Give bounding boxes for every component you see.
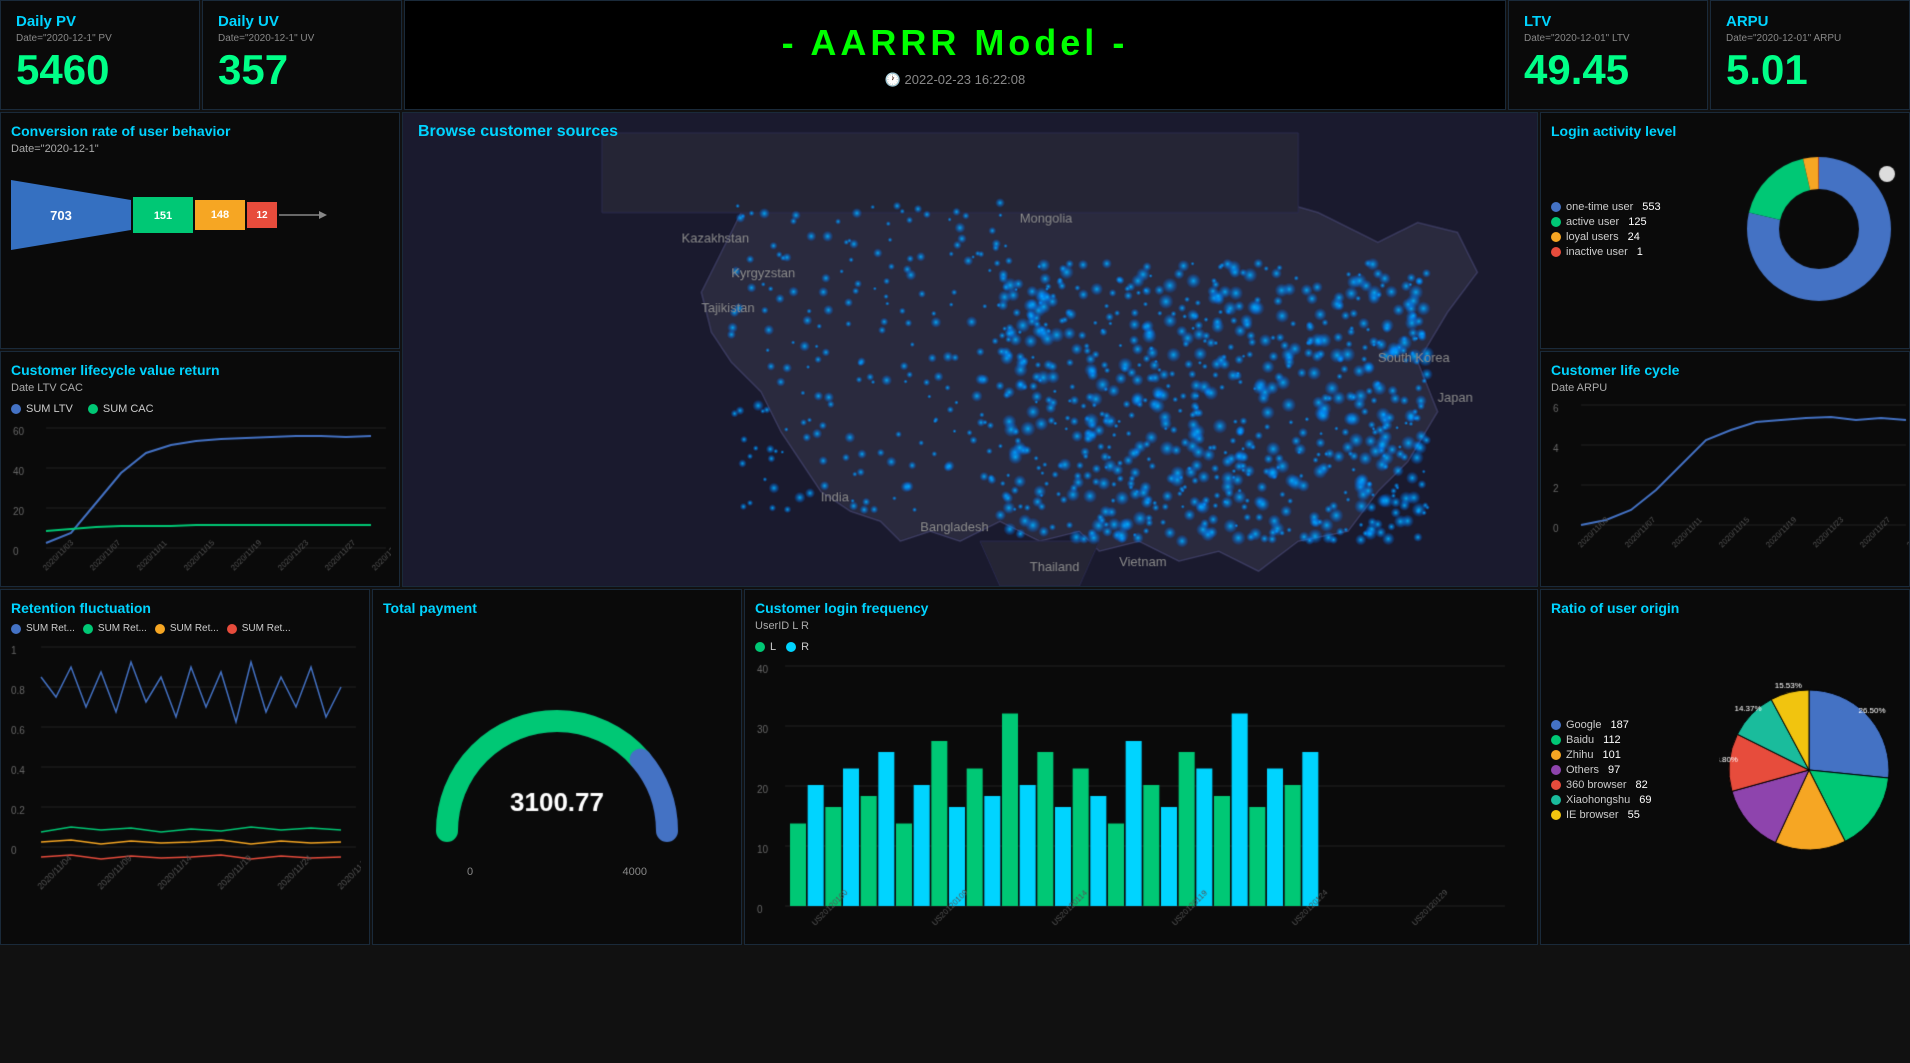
dashboard: Daily PV Date="2020-12-1" PV 5460 Daily … (0, 0, 1910, 1063)
customer-lifecycle-subtitle: Date ARPU (1551, 382, 1899, 394)
main-header: - AARRR Model - 🕐 2022-02-23 16:22:08 (404, 0, 1506, 110)
arpu-sub: Date="2020-12-01" ARPU (1726, 33, 1894, 44)
ie-legend: IE browser 55 (1551, 809, 1719, 821)
ret-legend-4: SUM Ret... (227, 623, 291, 634)
total-payment-title: Total payment (383, 600, 731, 616)
arpu-value: 5.01 (1726, 47, 1894, 93)
main-title: - AARRR Model - (782, 22, 1129, 64)
login-frequency-chart (755, 661, 1515, 931)
lifecycle-return-card: Customer lifecycle value return Date LTV… (0, 351, 400, 588)
daily-uv-card: Daily UV Date="2020-12-1" UV 357 (202, 0, 402, 110)
retention-chart (11, 642, 361, 892)
ret-legend-1: SUM Ret... (11, 623, 75, 634)
conversion-subtitle: Date="2020-12-1" (11, 143, 389, 155)
arpu-card: ARPU Date="2020-12-01" ARPU 5.01 (1710, 0, 1910, 110)
retention-title: Retention fluctuation (11, 600, 359, 616)
gauge-min: 0 (467, 866, 473, 878)
conversion-card: Conversion rate of user behavior Date="2… (0, 112, 400, 349)
gauge-chart (417, 666, 697, 866)
gauge-container: 0 4000 (383, 620, 731, 924)
r-legend: R (786, 641, 809, 653)
map-card: Browse customer sources (402, 112, 1538, 587)
l-legend: L (755, 641, 776, 653)
map-title: Browse customer sources (418, 123, 618, 141)
ltv-legend: SUM LTV (11, 403, 73, 415)
map-canvas (403, 113, 1537, 586)
user-origin-card: Ratio of user origin Google 187 Baidu 11… (1540, 589, 1910, 945)
daily-pv-label: Daily PV (16, 13, 184, 30)
loyal-dot (1551, 232, 1561, 242)
ltv-legend-dot (11, 404, 21, 414)
login-activity-legend: one-time user 553 active user 125 loyal … (1551, 198, 1739, 261)
customer-lifecycle-card: Customer life cycle Date ARPU (1540, 351, 1910, 588)
main-datetime: 🕐 2022-02-23 16:22:08 (885, 72, 1026, 88)
zhihu-legend: Zhihu 101 (1551, 749, 1719, 761)
others-legend: Others 97 (1551, 764, 1719, 776)
daily-pv-sub: Date="2020-12-1" PV (16, 33, 184, 44)
ret-legend-2: SUM Ret... (83, 623, 147, 634)
daily-pv-value: 5460 (16, 47, 184, 93)
one-time-dot (1551, 202, 1561, 212)
inactive-user-legend: inactive user 1 (1551, 246, 1739, 258)
cac-legend-dot (88, 404, 98, 414)
ltv-value: 49.45 (1524, 47, 1692, 93)
login-frequency-title: Customer login frequency (755, 600, 1527, 616)
one-time-user-legend: one-time user 553 (1551, 201, 1739, 213)
ret-legend-3: SUM Ret... (155, 623, 219, 634)
ltv-label: LTV (1524, 13, 1692, 30)
active-user-legend: active user 125 (1551, 216, 1739, 228)
gauge-labels: 0 4000 (467, 866, 647, 878)
baidu-legend: Baidu 112 (1551, 734, 1719, 746)
total-payment-card: Total payment 0 4000 (372, 589, 742, 945)
lifecycle-chart (11, 423, 391, 573)
donut-chart-area (1739, 149, 1899, 309)
cac-legend-label: SUM CAC (103, 403, 154, 415)
customer-lifecycle-title: Customer life cycle (1551, 362, 1899, 378)
daily-uv-sub: Date="2020-12-1" UV (218, 33, 386, 44)
daily-uv-value: 357 (218, 47, 386, 93)
funnel-chart: 703 151 148 12 (11, 175, 331, 255)
loyal-user-legend: loyal users 24 (1551, 231, 1739, 243)
xiaohongshu-legend: Xiaohongshu 69 (1551, 794, 1719, 806)
conversion-title: Conversion rate of user behavior (11, 123, 389, 139)
svg-text:703: 703 (50, 208, 72, 223)
ltv-sub: Date="2020-12-01" LTV (1524, 33, 1692, 44)
google-legend: Google 187 (1551, 719, 1719, 731)
login-frequency-card: Customer login frequency UserID L R L R (744, 589, 1538, 945)
donut-chart (1739, 149, 1899, 309)
lifecycle-return-subtitle: Date LTV CAC (11, 382, 389, 394)
arpu-label: ARPU (1726, 13, 1894, 30)
daily-pv-card: Daily PV Date="2020-12-1" PV 5460 (0, 0, 200, 110)
svg-text:148: 148 (211, 209, 229, 221)
inactive-dot (1551, 247, 1561, 257)
active-user-dot (1551, 217, 1561, 227)
login-activity-card: Login activity level one-time user 553 a… (1540, 112, 1910, 349)
svg-text:12: 12 (256, 210, 268, 221)
pie-chart (1719, 660, 1899, 880)
ltv-legend-label: SUM LTV (26, 403, 73, 415)
gauge-max: 4000 (623, 866, 647, 878)
daily-uv-label: Daily UV (218, 13, 386, 30)
user-origin-title: Ratio of user origin (1551, 600, 1899, 616)
login-activity-title: Login activity level (1551, 123, 1899, 139)
user-origin-legend: Google 187 Baidu 112 Zhihu 101 (1551, 716, 1719, 824)
lifecycle-return-title: Customer lifecycle value return (11, 362, 389, 378)
svg-text:151: 151 (154, 210, 172, 222)
customer-lifecycle-chart (1551, 400, 1910, 550)
cac-legend: SUM CAC (88, 403, 154, 415)
360-legend: 360 browser 82 (1551, 779, 1719, 791)
ltv-card: LTV Date="2020-12-01" LTV 49.45 (1508, 0, 1708, 110)
retention-card: Retention fluctuation SUM Ret... SUM Ret… (0, 589, 370, 945)
login-frequency-subtitle: UserID L R (755, 620, 1527, 632)
